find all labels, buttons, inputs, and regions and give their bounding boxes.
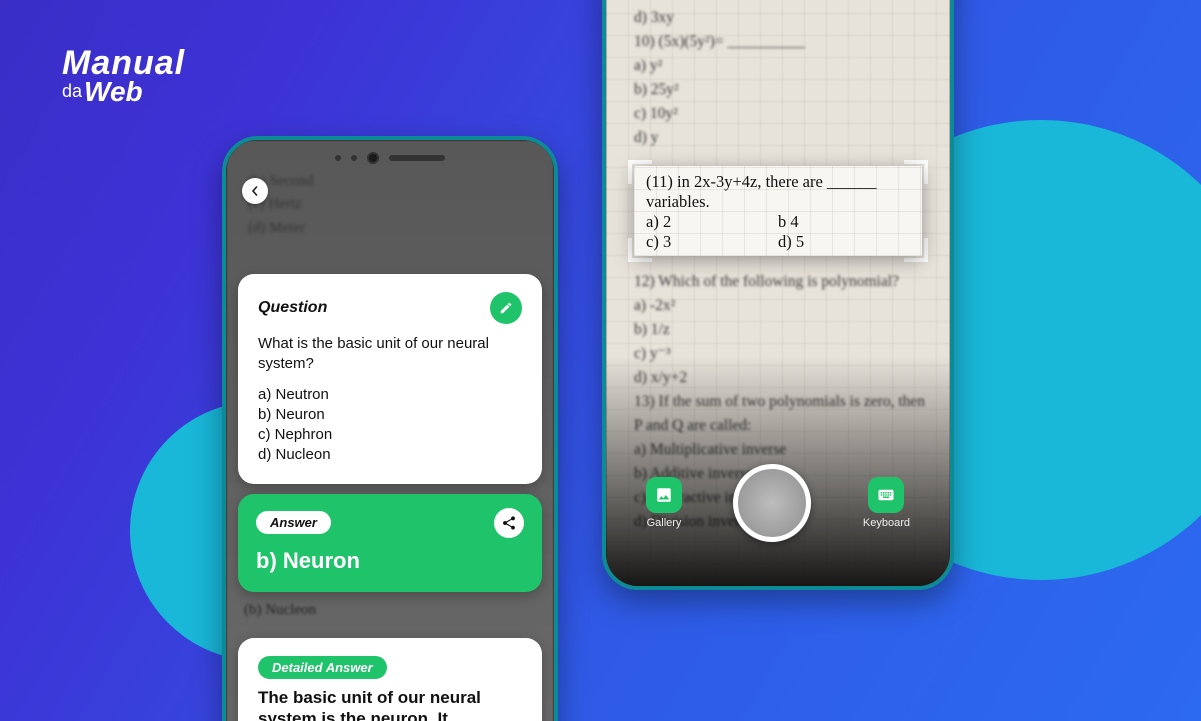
- answer-card: Answer b) Neuron: [238, 494, 542, 592]
- keyboard-label: Keyboard: [863, 517, 910, 529]
- phone-question-answer: (b) Second (c) Hertz (d) Meter Question …: [222, 136, 558, 721]
- brand-logo: Manual daWeb: [62, 48, 185, 104]
- scan-crop-content: (11) in 2x-3y+4z, there are ______ varia…: [634, 166, 922, 256]
- share-button[interactable]: [494, 508, 524, 538]
- scan-crop-box[interactable]: (11) in 2x-3y+4z, there are ______ varia…: [628, 160, 928, 262]
- phone-camera-scan: d) 3xy 10) (5x)(5y²)= __________ a) y² b…: [602, 0, 954, 590]
- share-icon: [501, 515, 517, 531]
- question-card: Question What is the basic unit of our n…: [238, 274, 542, 484]
- logo-da: da: [62, 81, 82, 101]
- question-option: d) Nucleon: [258, 445, 522, 465]
- question-text: What is the basic unit of our neural sys…: [258, 334, 522, 375]
- crop-option: c) 3: [646, 232, 778, 252]
- crop-question-text: (11) in 2x-3y+4z, there are ______ varia…: [646, 172, 910, 212]
- paper-blur-above: d) 3xy 10) (5x)(5y²)= __________ a) y² b…: [634, 6, 930, 150]
- question-option: c) Nephron: [258, 425, 522, 445]
- shutter-button[interactable]: [733, 464, 811, 542]
- background-blurred-mid: (b) Nucleon: [244, 602, 536, 632]
- answer-pill: Answer: [256, 511, 331, 534]
- chevron-left-icon: [250, 186, 260, 196]
- question-option: b) Neuron: [258, 405, 522, 425]
- logo-line2: Web: [84, 76, 143, 107]
- crop-option: b 4: [778, 212, 910, 232]
- pencil-icon: [499, 301, 513, 315]
- detailed-answer-pill: Detailed Answer: [258, 656, 387, 679]
- crop-option: a) 2: [646, 212, 778, 232]
- question-option: a) Neutron: [258, 385, 522, 405]
- logo-line1: Manual: [62, 48, 185, 79]
- gallery-button[interactable]: Gallery: [646, 477, 682, 529]
- detailed-answer-text: The basic unit of our neural system is t…: [258, 687, 522, 721]
- camera-toolbar: Gallery Keyboard: [606, 458, 950, 548]
- keyboard-button[interactable]: Keyboard: [863, 477, 910, 529]
- detailed-answer-card: Detailed Answer The basic unit of our ne…: [238, 638, 542, 721]
- keyboard-icon: [868, 477, 904, 513]
- gallery-label: Gallery: [647, 517, 682, 529]
- phone-sensors: [335, 152, 445, 164]
- question-title: Question: [258, 299, 327, 317]
- answer-value: b) Neuron: [256, 548, 524, 574]
- answer-scroll-area[interactable]: Question What is the basic unit of our n…: [238, 274, 542, 721]
- gallery-icon: [646, 477, 682, 513]
- back-button[interactable]: [242, 178, 268, 204]
- crop-option: d) 5: [778, 232, 910, 252]
- edit-question-button[interactable]: [490, 292, 522, 324]
